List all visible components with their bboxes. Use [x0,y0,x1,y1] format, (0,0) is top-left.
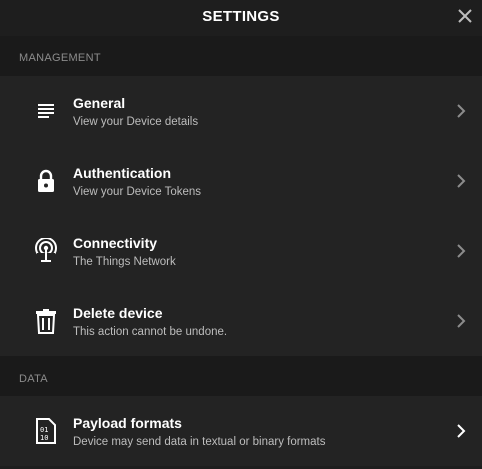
section-label-data: DATA [0,356,482,396]
data-list: 01 10 Payload formats Device may send da… [0,396,482,466]
item-title: Payload formats [73,415,182,431]
antenna-icon [33,238,59,264]
item-title: General [73,95,126,111]
binary-file-icon: 01 10 [33,418,59,444]
trash-icon [33,308,59,334]
item-subtitle: This action cannot be undone. [73,326,228,338]
settings-item-payload-formats[interactable]: 01 10 Payload formats Device may send da… [0,396,482,466]
settings-item-authentication[interactable]: Authentication View your Device Tokens [0,146,482,216]
item-title: Connectivity [73,235,158,251]
management-list: General View your Device details Authent… [0,76,482,356]
data-section: DATA 01 10 Payload formats Device may se… [0,356,482,466]
page-title: SETTINGS [202,8,280,25]
item-title: Authentication [73,165,171,181]
chevron-right-icon [457,314,466,328]
item-subtitle: View your Device Tokens [73,186,202,198]
section-label-management: MANAGEMENT [0,36,482,76]
svg-text:01: 01 [40,426,48,434]
item-title: Delete device [73,305,163,321]
lock-icon [33,168,59,194]
chevron-right-icon [457,104,466,118]
chevron-right-icon [457,424,466,438]
chevron-right-icon [457,244,466,258]
item-subtitle: Device may send data in textual or binar… [73,436,326,448]
svg-text:10: 10 [40,434,48,442]
settings-header: SETTINGS [0,0,482,36]
item-subtitle: The Things Network [73,256,176,268]
chevron-right-icon [457,174,466,188]
list-icon [33,98,59,124]
settings-item-general[interactable]: General View your Device details [0,76,482,146]
settings-item-delete-device[interactable]: Delete device This action cannot be undo… [0,286,482,356]
item-subtitle: View your Device details [73,116,199,128]
settings-item-connectivity[interactable]: Connectivity The Things Network [0,216,482,286]
close-icon[interactable] [456,7,474,25]
